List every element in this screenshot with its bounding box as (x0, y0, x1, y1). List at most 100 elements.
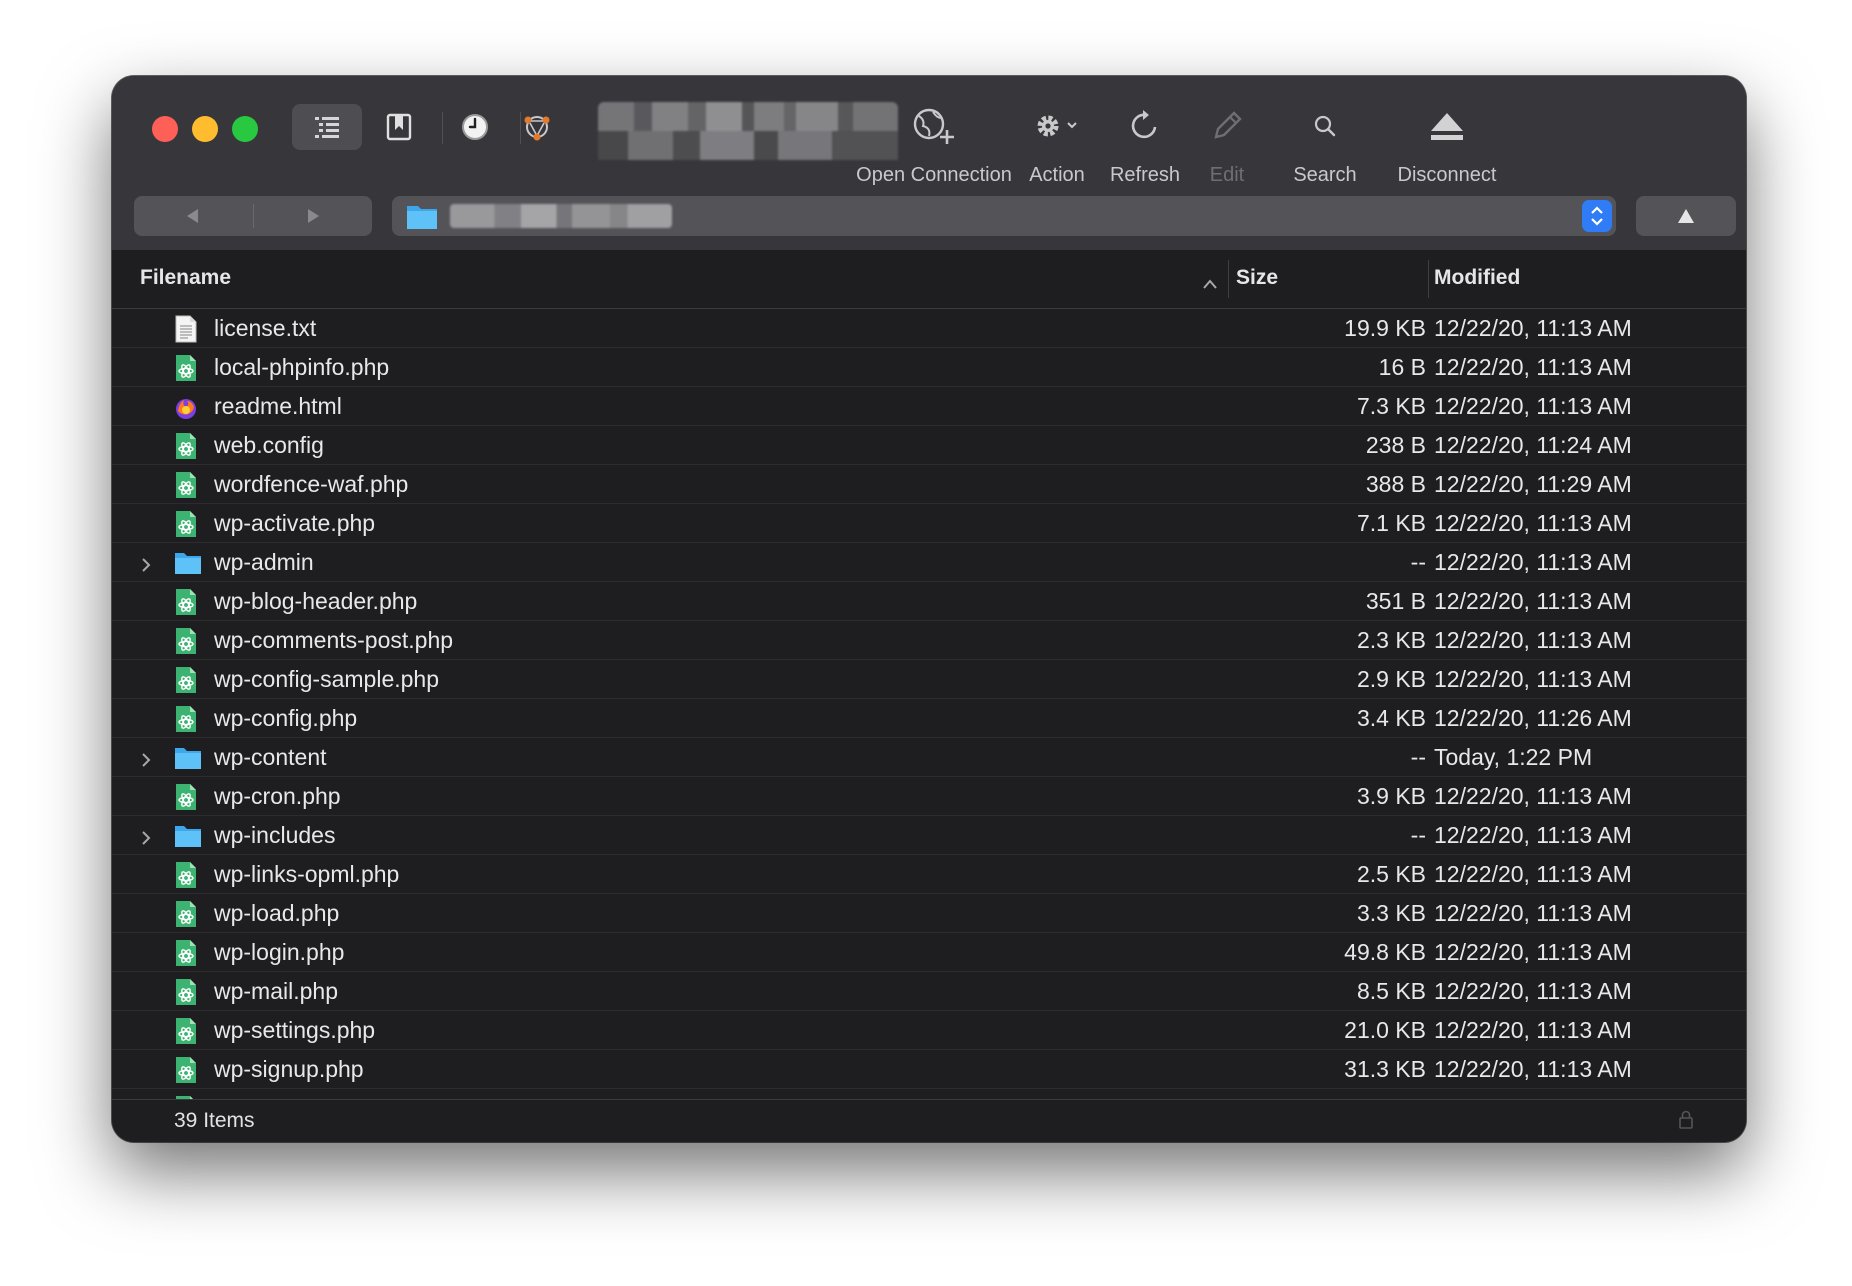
php-file-icon (176, 589, 196, 615)
path-popup[interactable] (392, 196, 1616, 236)
forward-button[interactable] (254, 196, 373, 236)
file-name: wp-blog-header.php (214, 588, 418, 614)
minimize-window-button[interactable] (192, 116, 218, 142)
chevron-right-icon[interactable] (140, 751, 152, 769)
file-row[interactable]: wp-links-opml.php 2.5 KB 12/22/20, 11:13 A… (112, 855, 1746, 894)
file-type-icon (174, 978, 198, 1005)
disclosure-toggle[interactable] (140, 748, 152, 775)
disclosure-toggle[interactable] (140, 553, 152, 580)
file-name: wp-mail.php (214, 978, 338, 1004)
file-modified: 12/22/20, 11:13 AM (1434, 588, 1632, 614)
file-row[interactable]: license.txt 19.9 KB 12/22/20, 11:13 AM (112, 309, 1746, 348)
refresh-icon (1131, 110, 1157, 139)
file-row[interactable]: wp-signup.php 31.3 KB 12/22/20, 11:13 AM (112, 1050, 1746, 1089)
search-button[interactable]: Search (1280, 96, 1370, 206)
globe-plus-icon (913, 108, 954, 144)
php-file-icon (176, 628, 196, 654)
file-row[interactable]: wp-blog-header.php 351 B 12/22/20, 11:13 A… (112, 582, 1746, 621)
file-type-icon (174, 432, 198, 459)
php-file-icon (176, 355, 196, 381)
sort-ascending-icon[interactable] (1202, 278, 1218, 290)
file-row[interactable]: wp-activate.php 7.1 KB 12/22/20, 11:13 AM (112, 504, 1746, 543)
folder-row[interactable]: wp-content -- Today, 1:22 PM (112, 738, 1746, 777)
file-row[interactable]: wordfence-waf.php 388 B 12/22/20, 11:29 AM (112, 465, 1746, 504)
file-row[interactable]: wp-mail.php 8.5 KB 12/22/20, 11:13 AM (112, 972, 1746, 1011)
disconnect-button[interactable]: Disconnect (1382, 96, 1512, 206)
size-column-header[interactable]: Size (1236, 266, 1278, 290)
folder-row[interactable]: wp-includes -- 12/22/20, 11:13 AM (112, 816, 1746, 855)
path-stepper[interactable] (1582, 200, 1612, 232)
filename-column-header[interactable]: Filename (140, 266, 231, 290)
edit-label: Edit (1209, 164, 1245, 186)
folder-icon (175, 826, 201, 847)
file-type-icon (174, 744, 201, 771)
open-connection-button[interactable]: Open Connection (854, 96, 1014, 206)
action-menu-button[interactable]: Action (1022, 96, 1092, 206)
file-row[interactable]: local-phpinfo.php 16 B 12/22/20, 11:13 AM (112, 348, 1746, 387)
file-row[interactable]: wp-config-sample.php 2.9 KB 12/22/20, 11:1… (112, 660, 1746, 699)
chevron-right-icon[interactable] (140, 829, 152, 847)
file-size: 7.3 KB (1356, 393, 1426, 419)
php-file-icon (176, 940, 196, 966)
file-row[interactable]: wp-comments-post.php 2.3 KB 12/22/20, 11:1… (112, 621, 1746, 660)
file-name: wp-settings.php (214, 1017, 376, 1043)
file-row[interactable]: wp-login.php 49.8 KB 12/22/20, 11:13 AM (112, 933, 1746, 972)
history-button[interactable] (440, 104, 510, 150)
close-window-button[interactable] (152, 116, 178, 142)
file-list: license.txt 19.9 KB 12/22/20, 11:13 AM loca… (112, 309, 1746, 1128)
browser-view-button[interactable] (292, 104, 362, 150)
text-file-icon (175, 315, 197, 343)
file-modified: 12/22/20, 11:26 AM (1434, 705, 1632, 731)
app-window: Open Connection Action Refresh Edit Sear… (112, 76, 1746, 1142)
php-file-icon (176, 472, 196, 498)
file-name: wp-content (214, 744, 327, 770)
modified-column-header[interactable]: Modified (1434, 266, 1520, 290)
bonjour-button[interactable] (502, 104, 572, 150)
file-row[interactable]: wp-settings.php 21.0 KB 12/22/20, 11:13 AM (112, 1011, 1746, 1050)
file-size: 2.5 KB (1356, 861, 1426, 887)
back-button[interactable] (134, 196, 253, 236)
file-row[interactable]: web.config 238 B 12/22/20, 11:24 AM (112, 426, 1746, 465)
file-name: wp-load.php (214, 900, 340, 926)
php-file-icon (176, 433, 196, 459)
folder-row[interactable]: wp-admin -- 12/22/20, 11:13 AM (112, 543, 1746, 582)
file-row[interactable]: wp-cron.php 3.9 KB 12/22/20, 11:13 AM (112, 777, 1746, 816)
file-row[interactable]: readme.html 7.3 KB 12/22/20, 11:13 AM (112, 387, 1746, 426)
chevron-right-icon[interactable] (140, 556, 152, 574)
triangle-left-icon (187, 209, 199, 223)
file-modified: 12/22/20, 11:13 AM (1434, 1017, 1632, 1043)
file-modified: 12/22/20, 11:13 AM (1434, 315, 1632, 341)
file-modified: 12/22/20, 11:13 AM (1434, 939, 1632, 965)
file-type-icon (174, 1017, 198, 1044)
refresh-button[interactable]: Refresh (1100, 96, 1190, 206)
file-type-icon (174, 861, 198, 888)
file-name: wp-comments-post.php (214, 627, 454, 653)
file-name: wp-cron.php (214, 783, 341, 809)
php-file-icon (176, 1018, 196, 1044)
file-name: wp-admin (214, 549, 314, 575)
triangle-up-icon (1678, 209, 1694, 223)
file-row[interactable]: wp-config.php 3.4 KB 12/22/20, 11:26 AM (112, 699, 1746, 738)
file-size: -- (1410, 549, 1426, 575)
parent-folder-button[interactable] (1636, 196, 1736, 236)
file-name: wordfence-waf.php (214, 471, 409, 497)
file-type-icon (174, 471, 198, 498)
file-size: 8.5 KB (1356, 978, 1426, 1004)
php-file-icon (176, 1057, 196, 1083)
path-redacted (450, 204, 672, 228)
folder-icon (407, 206, 437, 229)
file-row[interactable]: wp-load.php 3.3 KB 12/22/20, 11:13 AM (112, 894, 1746, 933)
folder-icon (175, 748, 201, 769)
eject-icon (1431, 113, 1463, 140)
disclosure-toggle[interactable] (140, 826, 152, 853)
chevron-updown-icon (1591, 206, 1603, 226)
file-modified: 12/22/20, 11:13 AM (1434, 822, 1632, 848)
file-modified: 12/22/20, 11:13 AM (1434, 354, 1632, 380)
bookmarks-button[interactable] (364, 104, 434, 150)
history-nav (134, 196, 372, 236)
zoom-window-button[interactable] (232, 116, 258, 142)
file-size: 3.3 KB (1356, 900, 1426, 926)
connection-title-redacted (598, 102, 898, 160)
edit-button[interactable]: Edit (1192, 96, 1262, 206)
file-type-icon (174, 822, 201, 849)
